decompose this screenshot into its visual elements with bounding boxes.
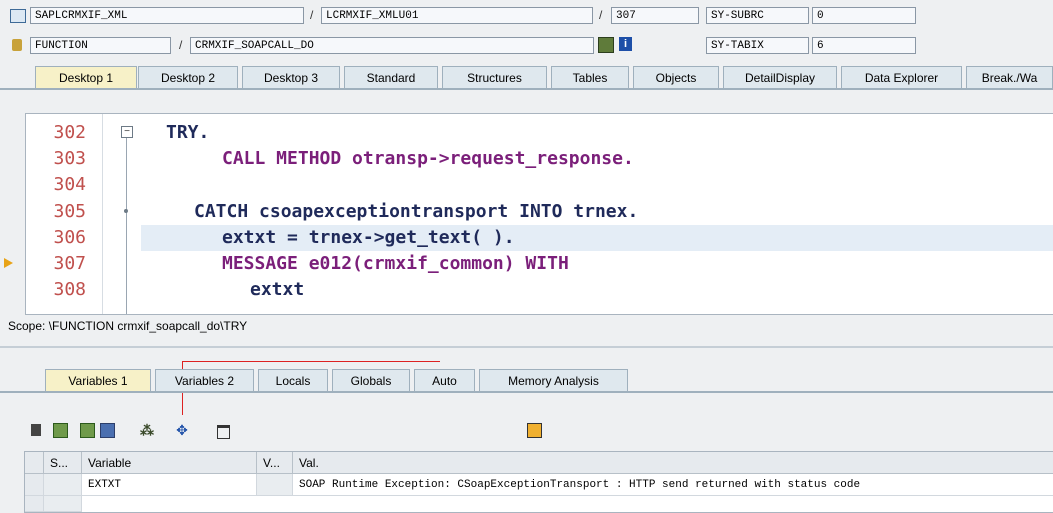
row-selector[interactable] xyxy=(25,474,44,496)
slash: / xyxy=(599,8,603,22)
info-icon[interactable]: i xyxy=(619,37,632,51)
subrc-value: 0 xyxy=(812,7,916,24)
code-line: 304 xyxy=(26,172,1053,198)
code-text: extxt xyxy=(250,279,305,300)
program-field[interactable]: SAPLCRMXIF_XML xyxy=(30,7,304,24)
tab-desktop-1[interactable]: Desktop 1 xyxy=(35,66,137,88)
variables-grid: S... Variable V... Val. EXTXT SOAP Runti… xyxy=(24,451,1053,513)
save-icon[interactable] xyxy=(526,422,542,438)
move-icon[interactable]: ✥ xyxy=(174,422,190,438)
code-editor[interactable]: 302 − TRY. 303 CALL METHOD otransp->requ… xyxy=(25,113,1053,315)
slash: / xyxy=(179,38,183,52)
grid-header-variable[interactable]: Variable xyxy=(82,452,257,474)
line-number: 302 xyxy=(53,122,86,143)
display-icon[interactable] xyxy=(598,37,614,53)
layout-save-icon[interactable] xyxy=(79,422,95,438)
tab-memory-analysis[interactable]: Memory Analysis xyxy=(479,369,628,391)
line-number: 305 xyxy=(53,201,86,222)
grid-header-v[interactable]: V... xyxy=(257,452,293,474)
program-icon xyxy=(10,9,26,23)
line-number: 304 xyxy=(53,174,86,195)
code-line: 302 − TRY. xyxy=(26,120,1053,146)
code-line: 308 extxt xyxy=(26,277,1053,303)
variables-tab-underline xyxy=(0,391,1053,393)
slash: / xyxy=(310,8,314,22)
delete-icon[interactable] xyxy=(28,422,44,438)
code-text: CATCH csoapexceptiontransport INTO trnex… xyxy=(194,201,639,222)
grid-header-selector xyxy=(25,452,44,474)
function-name-field[interactable]: CRMXIF_SOAPCALL_DO xyxy=(190,37,594,54)
annotation-line xyxy=(182,361,440,362)
value-cell[interactable]: SOAP Runtime Exception: CSoapExceptionTr… xyxy=(293,474,1053,496)
code-line: 306 extxt = trnex->get_text( ). xyxy=(26,225,1053,251)
empty-row xyxy=(25,496,1053,512)
hierarchy-icon[interactable]: ⁂ xyxy=(139,422,155,438)
tabix-value: 6 xyxy=(812,37,916,54)
tab-desktop-3[interactable]: Desktop 3 xyxy=(242,66,340,88)
include-field[interactable]: LCRMXIF_XMLU01 xyxy=(321,7,593,24)
fold-marker-icon xyxy=(124,209,128,213)
code-line: 307 MESSAGE e012(crmxif_common) WITH xyxy=(26,251,1053,277)
row-selector[interactable] xyxy=(25,496,44,512)
line-number: 303 xyxy=(53,148,86,169)
code-text: extxt = trnex->get_text( ). xyxy=(222,227,515,248)
tab-objects[interactable]: Objects xyxy=(633,66,719,88)
line-number: 307 xyxy=(53,253,86,274)
line-number: 306 xyxy=(53,227,86,248)
layout-select-icon[interactable] xyxy=(99,422,115,438)
tab-standard[interactable]: Standard xyxy=(344,66,438,88)
tab-globals[interactable]: Globals xyxy=(332,369,410,391)
subrc-label: SY-SUBRC xyxy=(706,7,809,24)
code-text: CALL METHOD otransp->request_response. xyxy=(222,148,634,169)
execution-arrow-icon xyxy=(4,258,13,268)
collapse-icon[interactable]: − xyxy=(121,126,133,138)
code-line: 305 CATCH csoapexceptiontransport INTO t… xyxy=(26,199,1053,225)
desktop-tab-bar: Desktop 1 Desktop 2 Desktop 3 Standard S… xyxy=(0,66,1053,90)
code-line: 303 CALL METHOD otransp->request_respons… xyxy=(26,146,1053,172)
tab-desktop-2[interactable]: Desktop 2 xyxy=(138,66,238,88)
tab-variables-1[interactable]: Variables 1 xyxy=(45,369,151,391)
tab-underline xyxy=(0,88,1053,90)
tab-auto[interactable]: Auto xyxy=(414,369,475,391)
layout-icon[interactable] xyxy=(52,422,68,438)
code-text: MESSAGE e012(crmxif_common) WITH xyxy=(222,253,569,274)
splitter[interactable] xyxy=(0,346,1053,348)
function-label: FUNCTION xyxy=(30,37,171,54)
grid-header-value[interactable]: Val. xyxy=(293,452,1053,474)
tab-data-explorer[interactable]: Data Explorer xyxy=(841,66,962,88)
tab-tables[interactable]: Tables xyxy=(551,66,629,88)
tab-icon[interactable] xyxy=(215,422,231,439)
tab-variables-2[interactable]: Variables 2 xyxy=(155,369,254,391)
function-icon xyxy=(12,39,22,51)
code-text: TRY. xyxy=(166,122,210,143)
variables-tab-bar: Variables 1 Variables 2 Locals Globals A… xyxy=(0,369,1053,393)
table-row[interactable]: EXTXT SOAP Runtime Exception: CSoapExcep… xyxy=(25,474,1053,496)
status-cell xyxy=(44,496,82,512)
line-field[interactable]: 307 xyxy=(611,7,699,24)
scope-label: Scope: \FUNCTION crmxif_soapcall_do\TRY xyxy=(8,319,248,333)
tab-detail-display[interactable]: DetailDisplay xyxy=(723,66,837,88)
line-number: 308 xyxy=(53,279,86,300)
variable-cell[interactable]: EXTXT xyxy=(82,474,257,496)
tab-locals[interactable]: Locals xyxy=(258,369,328,391)
status-cell xyxy=(44,474,82,496)
tabix-label: SY-TABIX xyxy=(706,37,809,54)
tab-breakpoints[interactable]: Break./Wa xyxy=(966,66,1053,88)
grid-header-status[interactable]: S... xyxy=(44,452,82,474)
tab-structures[interactable]: Structures xyxy=(442,66,547,88)
v-cell xyxy=(257,474,293,496)
